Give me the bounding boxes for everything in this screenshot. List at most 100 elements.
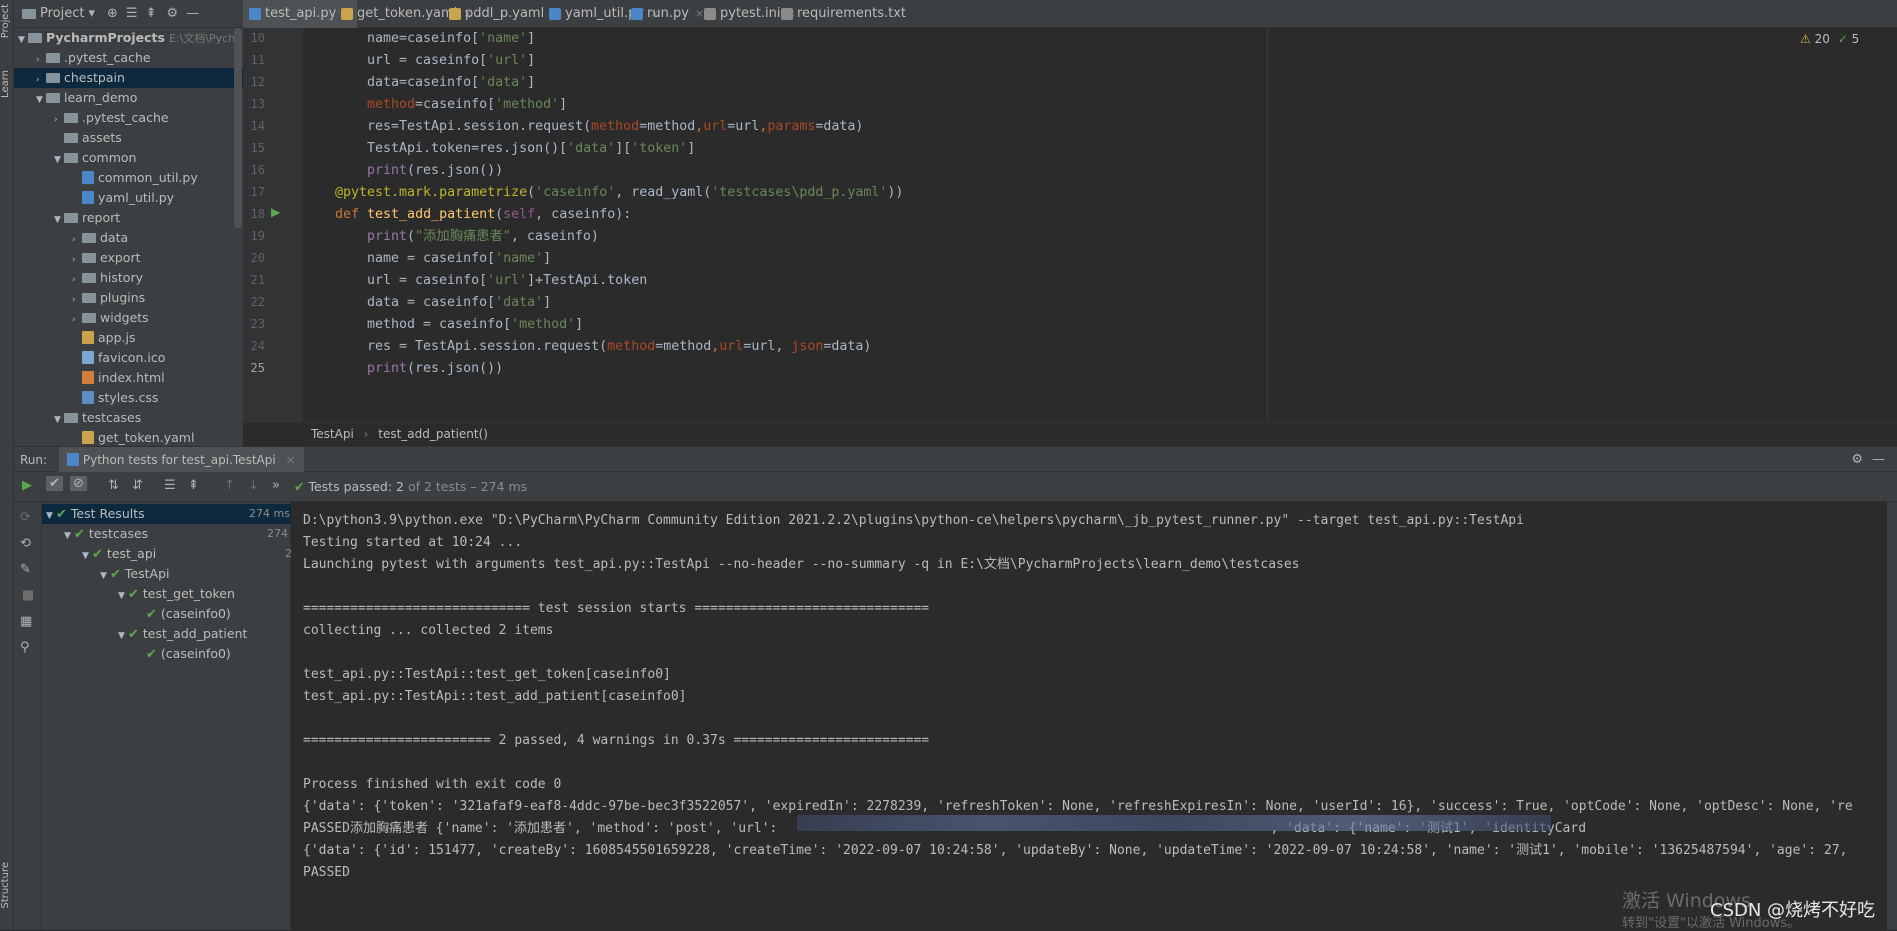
warning-icon: ⚠ <box>1800 32 1811 46</box>
tree-item[interactable]: ▼ learn_demo <box>14 88 243 108</box>
chevron-down-icon[interactable]: ▼ <box>36 90 46 110</box>
chevron-right-icon[interactable]: › <box>36 50 46 70</box>
code-line[interactable]: name = caseinfo['name'] <box>303 248 551 270</box>
tree-item[interactable]: › .pytest_cache <box>14 48 243 68</box>
minimize-icon[interactable]: — <box>186 6 199 21</box>
test-node[interactable]: ▼ ✔ Test Results 274 ms <box>42 504 295 524</box>
chevron-right-icon[interactable]: › <box>36 70 46 90</box>
tree-item[interactable]: index.html <box>14 368 243 388</box>
show-ignored-icon[interactable]: ⊘ <box>70 476 87 491</box>
rerun-failed-icon[interactable]: ⟳ <box>20 510 31 525</box>
run-config-tab[interactable]: Python tests for test_api.TestApi × <box>58 447 304 473</box>
tree-item[interactable]: › chestpain <box>14 68 243 88</box>
code-line[interactable]: print(res.json()) <box>303 358 503 380</box>
code-line[interactable]: TestApi.token=res.json()['data']['token'… <box>303 138 695 160</box>
tree-item[interactable]: › export <box>14 248 243 268</box>
code-line[interactable]: url = caseinfo['url'] <box>303 50 535 72</box>
stop-icon[interactable]: ■ <box>22 588 34 603</box>
tree-item[interactable]: styles.css <box>14 388 243 408</box>
breadcrumb-method[interactable]: test_add_patient() <box>378 427 488 441</box>
code-line[interactable]: method=caseinfo['method'] <box>303 94 567 116</box>
wrench-icon[interactable]: ✎ <box>20 562 31 577</box>
code-line[interactable]: print("添加胸痛患者", caseinfo) <box>303 226 599 248</box>
tree-item[interactable]: common_util.py <box>14 168 243 188</box>
gear-icon[interactable]: ⚙ <box>1851 447 1863 473</box>
breadcrumb-class[interactable]: TestApi <box>311 427 354 441</box>
tree-item[interactable]: ▼ report <box>14 208 243 228</box>
chevron-right-icon[interactable]: › <box>72 270 82 290</box>
toggle-auto-test-icon[interactable]: ⟲ <box>20 536 31 551</box>
sort-duration-icon[interactable]: ⇵ <box>132 478 143 493</box>
layout-icon[interactable]: ▦ <box>20 614 32 629</box>
tab-6[interactable]: requirements.txt <box>775 0 909 28</box>
tree-item[interactable]: › .pytest_cache <box>14 108 243 128</box>
chevron-down-icon[interactable]: ▼ <box>82 546 92 566</box>
chevron-down-icon[interactable]: ▼ <box>54 410 64 430</box>
minimize-icon[interactable]: — <box>1872 447 1885 473</box>
tree-item[interactable]: › plugins <box>14 288 243 308</box>
next-failed-icon[interactable]: ↓ <box>248 478 259 493</box>
chevron-down-icon[interactable]: ▼ <box>54 210 64 230</box>
collapse-all-icon[interactable]: ⇞ <box>188 478 199 493</box>
passed-check-icon: ✔ <box>110 567 121 582</box>
chevron-down-icon[interactable]: ▼ <box>18 30 28 50</box>
chevron-right-icon[interactable]: › <box>72 230 82 250</box>
chevron-right-icon[interactable]: › <box>54 110 64 130</box>
test-node[interactable]: ▼ ✔ testcases 274 ms <box>42 524 313 544</box>
code-line[interactable]: data = caseinfo['data'] <box>303 292 551 314</box>
close-icon[interactable]: × <box>286 453 296 467</box>
tree-item[interactable]: ▼ common <box>14 148 243 168</box>
learn-tool-tab[interactable]: Learn <box>0 70 14 98</box>
chevron-down-icon[interactable]: ▼ <box>54 150 64 170</box>
pin-icon[interactable]: ⚲ <box>20 640 30 655</box>
tree-item[interactable]: get_token.yaml <box>14 428 243 446</box>
code-line[interactable]: data=caseinfo['data'] <box>303 72 535 94</box>
rerun-icon[interactable]: ▶ <box>22 478 32 493</box>
structure-tool-tab[interactable]: Structure <box>0 862 14 909</box>
more-icon[interactable]: » <box>272 478 280 493</box>
code-editor[interactable]: name=caseinfo['name'] url = caseinfo['url… <box>303 28 1897 422</box>
run-config-label: Python tests for test_api.TestApi <box>82 453 276 467</box>
code-line[interactable]: def test_add_patient(self, caseinfo): <box>303 204 631 226</box>
code-line[interactable]: url = caseinfo['url']+TestApi.token <box>303 270 647 292</box>
chevron-down-icon[interactable]: ▼ <box>64 526 74 546</box>
tree-item[interactable]: › data <box>14 228 243 248</box>
code-line[interactable]: name=caseinfo['name'] <box>303 28 535 50</box>
chevron-right-icon[interactable]: › <box>72 310 82 330</box>
code-line[interactable]: res=TestApi.session.request(method=metho… <box>303 116 863 138</box>
tree-scrollbar[interactable] <box>234 28 242 228</box>
run-test-gutter-icon[interactable]: ▶ <box>271 205 280 219</box>
chevron-down-icon[interactable]: ▾ <box>88 6 95 21</box>
chevron-down-icon[interactable]: ▼ <box>100 566 110 586</box>
project-tool-tab[interactable]: Project <box>0 4 14 38</box>
code-line[interactable]: res = TestApi.session.request(method=met… <box>303 336 871 358</box>
code-line[interactable]: method = caseinfo['method'] <box>303 314 583 336</box>
chevron-down-icon[interactable]: ▼ <box>118 586 128 606</box>
expand-all-icon[interactable]: ☰ <box>164 478 176 493</box>
tree-item[interactable]: app.js <box>14 328 243 348</box>
tree-item[interactable]: favicon.ico <box>14 348 243 368</box>
chevron-right-icon[interactable]: › <box>72 250 82 270</box>
gear-icon[interactable]: ⚙ <box>166 6 178 21</box>
code-line[interactable]: @pytest.mark.parametrize('caseinfo', rea… <box>303 182 903 204</box>
chevron-down-icon[interactable]: ▼ <box>46 506 56 526</box>
chevron-right-icon[interactable]: › <box>72 290 82 310</box>
globe-icon[interactable]: ⊕ <box>107 6 118 21</box>
collapse-icon[interactable]: ⇞ <box>146 6 157 21</box>
sort-alpha-icon[interactable]: ⇅ <box>108 478 119 493</box>
expand-icon[interactable]: ☰ <box>126 6 138 21</box>
tree-item[interactable]: › widgets <box>14 308 243 328</box>
tree-item[interactable]: ▼ testcases <box>14 408 243 428</box>
inspection-widget[interactable]: ⚠ 20 ✓ 5 <box>1800 32 1859 46</box>
test-node[interactable]: ▼✔test_api274 ms <box>42 544 331 564</box>
project-view-label[interactable]: Project <box>40 6 84 21</box>
prev-failed-icon[interactable]: ↑ <box>224 478 235 493</box>
chevron-down-icon[interactable]: ▼ <box>118 626 128 646</box>
run-console[interactable]: D:\python3.9\python.exe "D:\PyCharm\PyCh… <box>291 502 1887 930</box>
tree-item[interactable]: › history <box>14 268 243 288</box>
tree-item[interactable]: yaml_util.py <box>14 188 243 208</box>
show-passed-icon[interactable]: ✔ <box>46 476 63 491</box>
tree-item[interactable]: assets <box>14 128 243 148</box>
tree-root[interactable]: ▼ PycharmProjects E:\文档\Pycha <box>14 28 243 48</box>
code-line[interactable]: print(res.json()) <box>303 160 503 182</box>
